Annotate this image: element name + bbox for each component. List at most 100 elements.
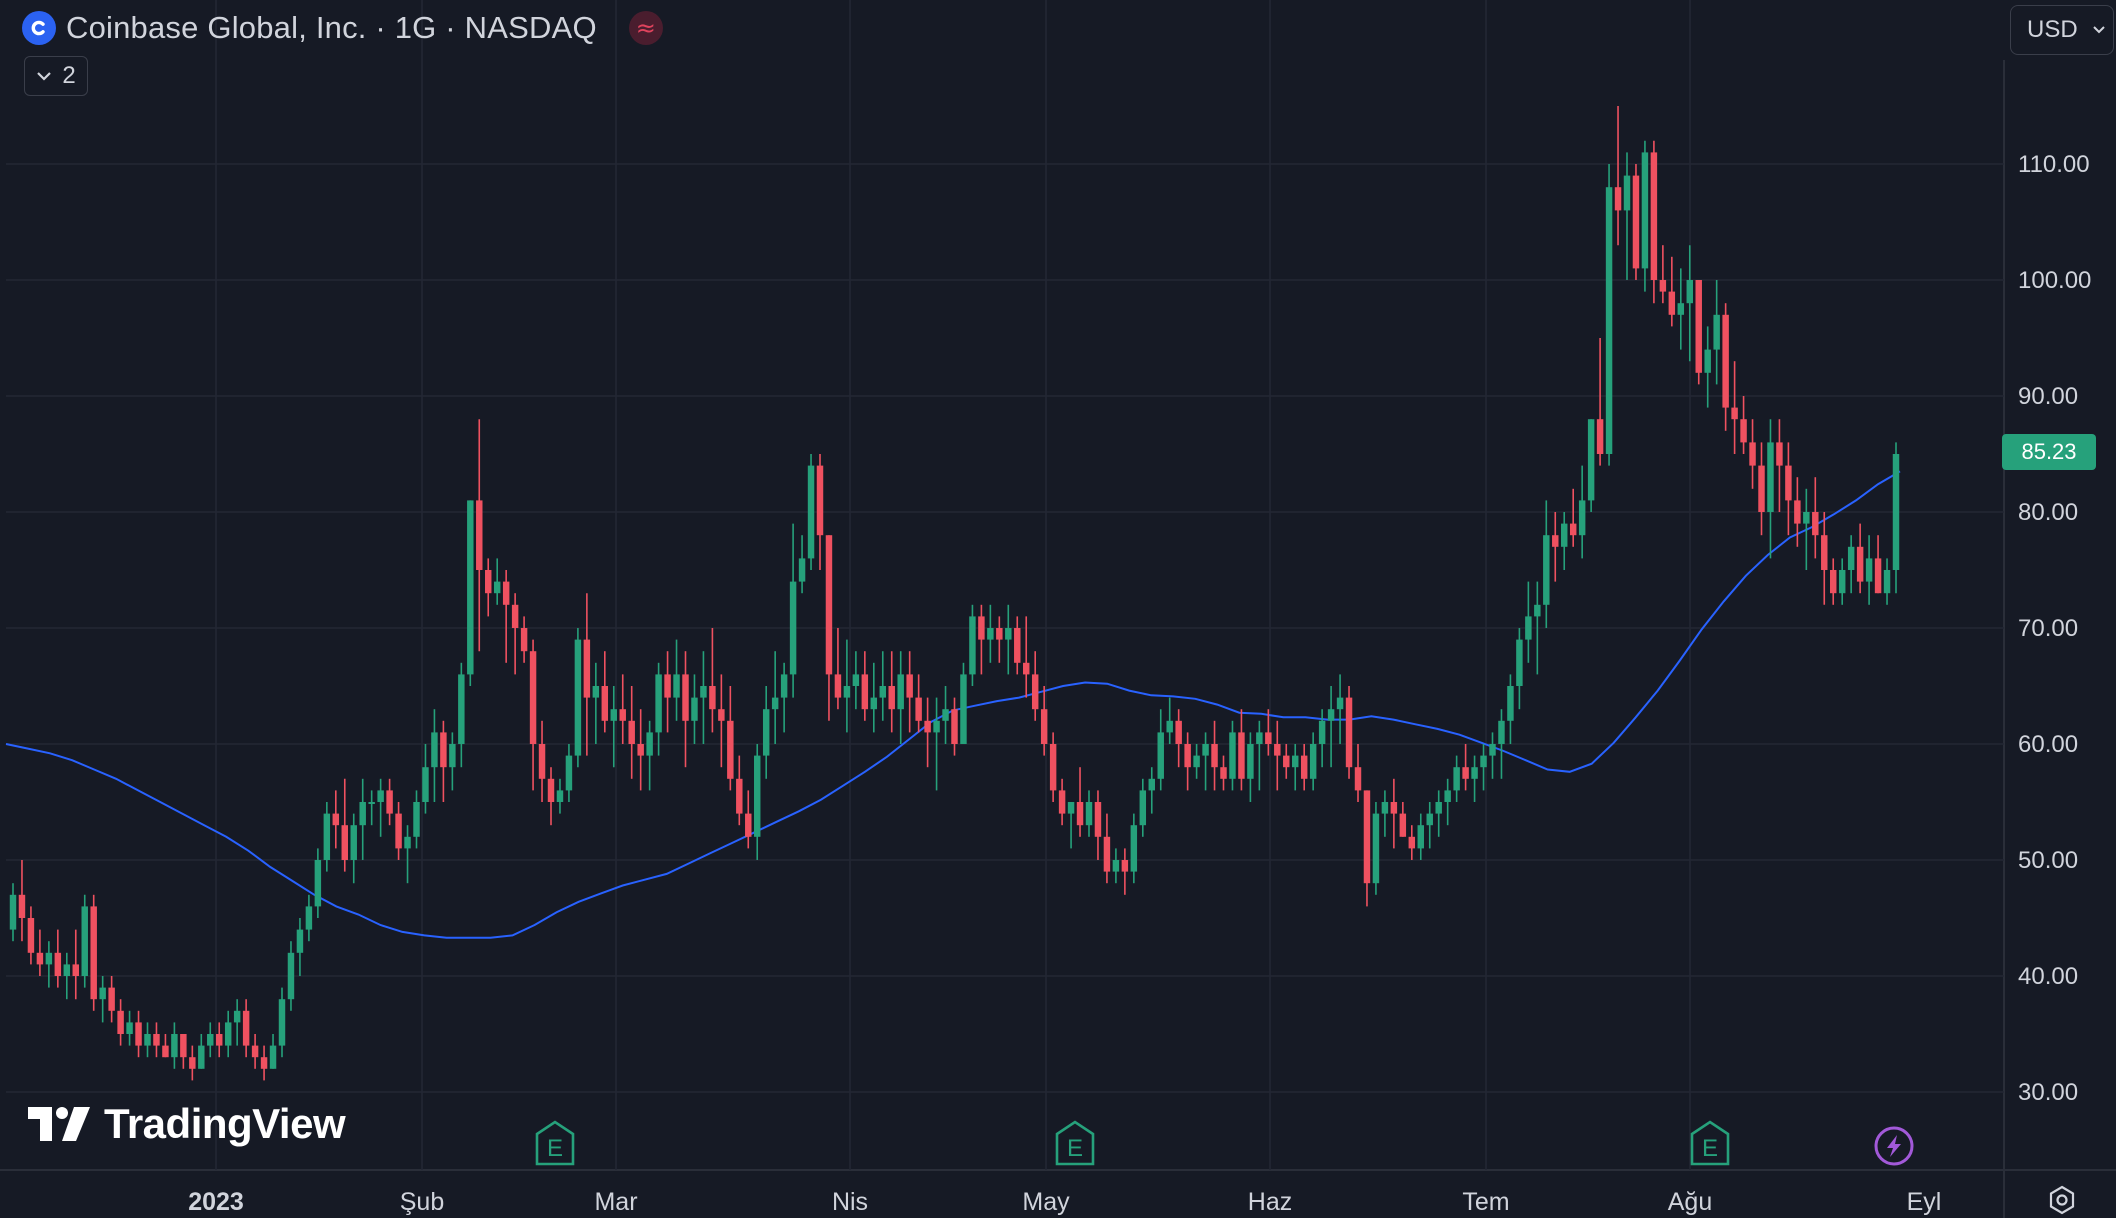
- candle-body: [1049, 744, 1057, 791]
- candle-body: [1283, 755, 1290, 768]
- candle-body: [583, 639, 591, 698]
- candle-body: [1587, 419, 1595, 501]
- candle: [1139, 778, 1147, 837]
- candle: [1354, 744, 1362, 802]
- candle-body: [153, 1034, 160, 1046]
- candle: [171, 1022, 178, 1069]
- candle: [628, 686, 635, 779]
- candle: [1309, 732, 1317, 791]
- candle-body: [1695, 280, 1702, 373]
- candle: [216, 1022, 223, 1058]
- candle: [1247, 732, 1254, 802]
- x-tick-label: Haz: [1248, 1188, 1292, 1216]
- earnings-event-marker[interactable]: E: [535, 1120, 575, 1166]
- candle: [1193, 744, 1200, 779]
- candle: [1345, 686, 1353, 779]
- earnings-label: E: [547, 1135, 563, 1162]
- candle: [870, 662, 878, 733]
- candle: [592, 662, 600, 744]
- candle-body: [780, 674, 788, 698]
- candle-body: [1803, 512, 1810, 524]
- candle: [1426, 802, 1433, 849]
- candle-body: [1552, 535, 1559, 547]
- candle-body: [45, 952, 53, 965]
- indicator-wave-icon[interactable]: ≈: [628, 11, 663, 45]
- candle-body: [1444, 790, 1451, 802]
- candle-body: [341, 825, 348, 860]
- candle-body: [1596, 419, 1604, 454]
- candle: [1659, 245, 1667, 304]
- candle-body: [906, 674, 913, 698]
- candle: [296, 918, 304, 976]
- candle-body: [1462, 767, 1469, 779]
- earnings-event-marker[interactable]: E: [1055, 1120, 1095, 1166]
- candle: [583, 593, 591, 756]
- candle: [493, 558, 501, 605]
- candle-body: [368, 802, 375, 804]
- candle: [1507, 674, 1514, 744]
- chart-settings-button[interactable]: [2044, 1182, 2080, 1218]
- candle: [1552, 512, 1559, 582]
- candle-body: [216, 1034, 223, 1046]
- candle: [655, 662, 662, 756]
- price-axis: 30.00 40.00 50.00 60.00 70.00 80.00 90.00 100.0…: [2018, 151, 2091, 1106]
- candle-body: [1749, 442, 1756, 466]
- price-chart[interactable]: 30.00 40.00 50.00 60.00 70.00 80.00 90.00 100.0…: [0, 0, 2116, 1218]
- symbol-title[interactable]: Coinbase Global, Inc. · 1G · NASDAQ: [66, 10, 597, 46]
- candle: [144, 1022, 151, 1058]
- earnings-event-marker[interactable]: E: [1690, 1120, 1730, 1166]
- candle: [1650, 140, 1658, 304]
- candle: [440, 720, 447, 802]
- candle: [135, 1010, 142, 1058]
- candle-body: [727, 720, 734, 779]
- candle: [1175, 709, 1182, 768]
- candle-body: [691, 697, 698, 721]
- candle-body: [574, 639, 582, 756]
- indicators-collapse-button[interactable]: 2: [24, 56, 88, 96]
- tradingview-watermark[interactable]: TradingView: [28, 1100, 346, 1148]
- candle-body: [1085, 802, 1093, 826]
- candle: [162, 1034, 169, 1058]
- candle: [1058, 778, 1066, 826]
- candle: [1130, 813, 1138, 884]
- candle: [1767, 419, 1774, 559]
- candle: [1758, 442, 1765, 536]
- currency-selector[interactable]: USD: [2010, 5, 2114, 55]
- tradingview-wordmark: TradingView: [104, 1100, 346, 1147]
- candle: [996, 616, 1003, 663]
- candle: [305, 894, 313, 942]
- candle-body: [637, 744, 644, 756]
- candle: [467, 500, 474, 686]
- candle: [1883, 558, 1891, 605]
- candle: [251, 1034, 259, 1069]
- candle-body: [198, 1045, 205, 1069]
- flash-event-marker[interactable]: [1874, 1126, 1914, 1166]
- candle-body: [1426, 813, 1433, 826]
- candle-body: [296, 929, 304, 953]
- candle: [736, 755, 743, 826]
- candle-body: [565, 755, 573, 791]
- last-price-label: 85.23: [2002, 434, 2096, 470]
- candle-body: [1812, 512, 1819, 536]
- candle-body: [1014, 628, 1021, 663]
- candle: [502, 570, 510, 663]
- candle: [1812, 477, 1819, 559]
- candle-body: [1480, 755, 1487, 768]
- candle: [180, 1034, 187, 1069]
- candle: [1695, 280, 1702, 385]
- candle: [36, 929, 44, 976]
- candle-body: [1713, 314, 1720, 350]
- tradingview-logo-icon: [28, 1107, 90, 1141]
- moving-average-layer: [5, 470, 1901, 939]
- candle: [1668, 256, 1676, 327]
- time-axis: 2023 Şub Mar Nis May Haz Tem Ağu Eyl: [188, 1188, 1941, 1216]
- candle-body: [1031, 674, 1039, 710]
- candle: [987, 604, 994, 663]
- candle: [359, 778, 366, 860]
- candle: [323, 802, 331, 872]
- candle: [224, 1010, 232, 1058]
- candle: [637, 709, 644, 791]
- candle: [1471, 755, 1478, 802]
- candle: [924, 697, 931, 768]
- candle-body: [18, 894, 26, 918]
